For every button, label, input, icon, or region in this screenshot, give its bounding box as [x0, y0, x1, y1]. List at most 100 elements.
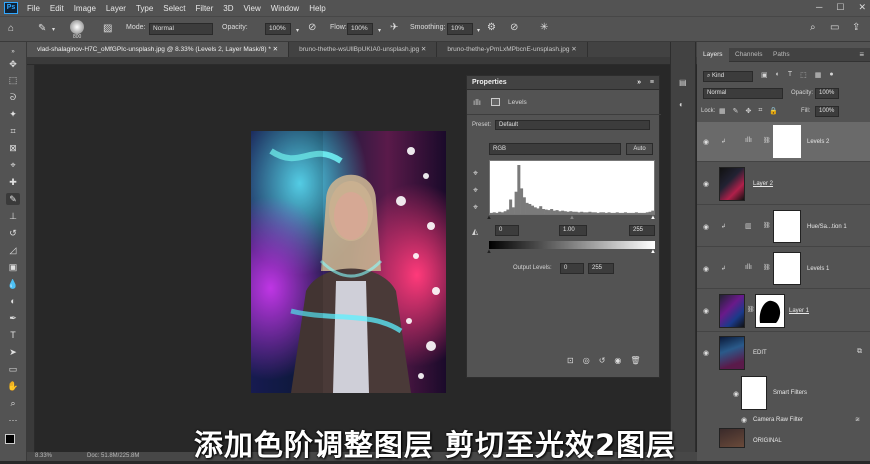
smoothing-field[interactable]: 10% [447, 23, 473, 35]
black-input-slider-icon[interactable]: ▲ [486, 215, 492, 221]
clipping-warning-icon[interactable]: ◭ [472, 227, 478, 236]
white-input-slider-icon[interactable]: ▲ [650, 215, 656, 221]
smart-object-filter-icon[interactable]: ▦ [815, 71, 822, 79]
view-previous-icon[interactable]: ◎ [583, 356, 590, 365]
pressure-size-icon[interactable]: ⊘ [510, 23, 518, 33]
close-icon[interactable]: ✕ [421, 46, 426, 53]
blur-tool-icon[interactable]: 💧 [6, 278, 20, 290]
home-icon[interactable]: ⌂ [8, 24, 14, 34]
tab-active-document[interactable]: vlad-shalaginov-H7C_oMfGPIc-unsplash.jpg… [27, 42, 290, 57]
marquee-tool-icon[interactable]: ⬚ [6, 74, 20, 86]
menu-type[interactable]: Type [131, 4, 158, 13]
layer-mask-thumbnail[interactable] [773, 252, 801, 285]
chevron-down-icon[interactable]: ▾ [378, 26, 381, 36]
lasso-tool-icon[interactable]: ᘐ [6, 91, 20, 103]
output-black-field[interactable]: 0 [560, 263, 584, 274]
menu-icon[interactable]: ≡ [650, 76, 654, 90]
menu-image[interactable]: Image [69, 4, 101, 13]
mode-select[interactable]: Normal [149, 23, 213, 35]
collapse-icon[interactable]: » [637, 76, 641, 90]
input-sliders[interactable]: ▲ ▲ ▲ [486, 215, 656, 221]
layer-opacity-field[interactable]: 100% [815, 88, 839, 99]
gear-icon[interactable]: ⚙ [487, 23, 496, 33]
layer-mask-thumbnail[interactable] [755, 294, 785, 328]
eraser-tool-icon[interactable]: ◿ [6, 244, 20, 256]
delete-icon[interactable]: 🗑 [630, 356, 640, 365]
close-icon[interactable]: ✕ [858, 2, 866, 13]
layer-row-layer-1[interactable]: ◉ ⛓ Layer 1 [697, 290, 870, 332]
tab-paths[interactable]: Paths [767, 48, 796, 62]
gradient-tool-icon[interactable]: ▣ [6, 261, 20, 273]
hand-tool-icon[interactable]: ✋ [6, 380, 20, 392]
adjustment-filter-icon[interactable]: ◐ [776, 71, 780, 79]
black-point-eyedropper-icon[interactable]: ⌖ [473, 168, 478, 179]
lock-pixels-icon[interactable]: ▦ [719, 107, 726, 115]
pixel-filter-icon[interactable]: ▣ [761, 71, 768, 79]
rectangle-tool-icon[interactable]: ▭ [6, 363, 20, 375]
share-icon[interactable]: ⇪ [852, 23, 860, 33]
clip-to-layer-icon[interactable]: ⊡ [567, 356, 574, 365]
blend-mode-select[interactable]: Normal [703, 88, 783, 99]
history-icon[interactable]: ▤ [679, 78, 687, 87]
frame-tool-icon[interactable]: ⊠ [6, 142, 20, 154]
layer-filter-select[interactable]: ⌕ Kind [703, 71, 753, 82]
white-output-slider-icon[interactable]: ▲ [650, 249, 656, 255]
layer-row-edit[interactable]: ◉ EDIT ⧉ [697, 333, 870, 373]
menu-icon[interactable]: ≡ [859, 50, 864, 59]
menu-edit[interactable]: Edit [45, 4, 69, 13]
tab-document-3[interactable]: bruno-thethe-yPmLxMPbcnE-unsplash.jpg ✕ [437, 42, 588, 57]
maximize-icon[interactable]: ☐ [836, 2, 844, 13]
black-output-slider-icon[interactable]: ▲ [486, 249, 492, 255]
eye-icon[interactable]: ◉ [703, 307, 709, 315]
channel-select[interactable]: RGB [489, 143, 621, 155]
menu-window[interactable]: Window [266, 4, 304, 13]
flow-field[interactable]: 100% [347, 23, 373, 35]
menu-layer[interactable]: Layer [101, 4, 131, 13]
white-point-eyedropper-icon[interactable]: ⌖ [473, 202, 478, 213]
adjustments-icon[interactable]: ◐ [679, 100, 684, 109]
opacity-field[interactable]: 100% [265, 23, 291, 35]
history-brush-icon[interactable]: ↺ [6, 227, 20, 239]
workspace-icon[interactable]: ▭ [830, 23, 839, 33]
eye-icon[interactable]: ◉ [703, 223, 709, 231]
path-selection-icon[interactable]: ➤ [6, 346, 20, 358]
layer-row-smart-filters[interactable]: ◉ Smart Filters [697, 374, 870, 412]
auto-button[interactable]: Auto [626, 143, 653, 155]
type-tool-icon[interactable]: T [6, 329, 20, 341]
eye-icon[interactable]: ◉ [703, 349, 709, 357]
visibility-icon[interactable]: ◉ [614, 356, 621, 365]
quick-selection-icon[interactable]: ✦ [6, 108, 20, 120]
search-icon[interactable]: ⌕ [810, 23, 816, 33]
shape-filter-icon[interactable]: ⬚ [800, 71, 807, 79]
clone-stamp-icon[interactable]: ⊥ [6, 210, 20, 222]
layer-mask-thumbnail[interactable] [773, 210, 801, 243]
lock-position-icon[interactable]: ✥ [746, 107, 752, 115]
chevron-down-icon[interactable]: ▾ [52, 25, 55, 35]
eye-icon[interactable]: ◉ [703, 265, 709, 273]
close-icon[interactable]: ✕ [571, 46, 576, 53]
layer-row-levels-1[interactable]: ◉ ↲ ıllı ⛓ Levels 1 [697, 248, 870, 289]
eyedropper-tool-icon[interactable]: ⌖ [6, 159, 20, 171]
lock-artboard-icon[interactable]: ⌗ [758, 107, 762, 115]
input-white-field[interactable]: 255 [629, 225, 655, 236]
close-icon[interactable]: ✕ [273, 46, 278, 53]
tab-layers[interactable]: Layers [697, 48, 729, 62]
layer-mask-thumbnail[interactable] [773, 125, 801, 158]
symmetry-icon[interactable]: ✳ [540, 23, 548, 33]
output-white-field[interactable]: 255 [588, 263, 614, 274]
preset-select[interactable]: Default [495, 120, 650, 130]
mask-icon[interactable] [491, 98, 500, 106]
minimize-icon[interactable]: ─ [816, 2, 822, 13]
dodge-tool-icon[interactable]: ◐ [6, 295, 20, 307]
chevron-down-icon[interactable]: ▾ [296, 26, 299, 36]
pen-tool-icon[interactable]: ✒ [6, 312, 20, 324]
chevron-down-icon[interactable]: ▾ [477, 26, 480, 36]
brush-settings-icon[interactable]: ▨ [103, 24, 112, 34]
document-image[interactable] [251, 131, 446, 393]
eye-icon[interactable]: ◉ [733, 390, 739, 398]
menu-3d[interactable]: 3D [218, 4, 238, 13]
input-black-field[interactable]: 0 [495, 225, 519, 236]
menu-help[interactable]: Help [304, 4, 330, 13]
fill-field[interactable]: 100% [815, 106, 839, 117]
toggle-filter-icon[interactable]: ● [829, 71, 833, 79]
